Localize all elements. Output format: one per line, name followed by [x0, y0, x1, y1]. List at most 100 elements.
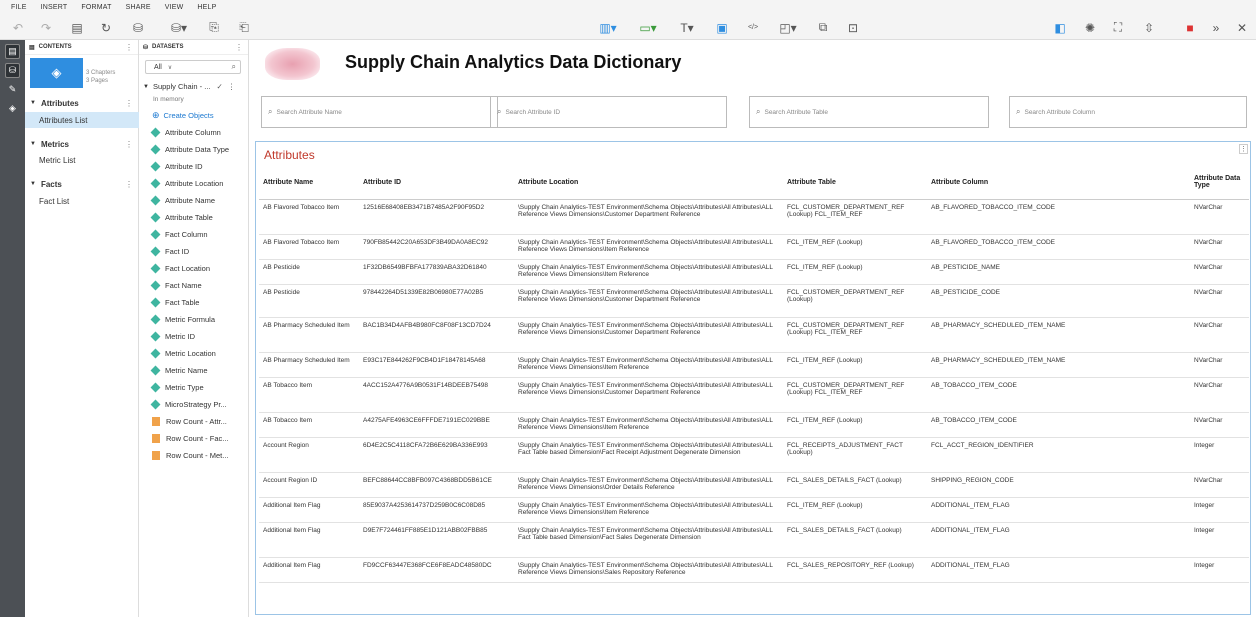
- dataset-attribute-item[interactable]: Fact Name: [150, 277, 202, 294]
- table-cell: 4ACC152A4776A9B0531F14BDEEB75498: [359, 377, 514, 413]
- table-row[interactable]: Additional Item Flag 85E9037A4253614737D2…: [259, 497, 1249, 523]
- dataset-metric-item[interactable]: Row Count - Met...: [152, 447, 229, 464]
- table-row[interactable]: Additional Item Flag FD9CCF63447E368FCE6F…: [259, 557, 1249, 583]
- dataset-attribute-item[interactable]: Fact Location: [150, 260, 210, 277]
- dataset-attribute-item[interactable]: Fact Table: [150, 294, 199, 311]
- page-attributes-list[interactable]: Attributes List: [25, 112, 139, 128]
- add-data-icon[interactable]: ⛁▾: [168, 20, 190, 35]
- menu-format[interactable]: FORMAT: [81, 4, 111, 11]
- chapter-more-icon[interactable]: ⋮: [125, 99, 133, 108]
- table-row[interactable]: Account Region ID BEFC88644CC8BFB097C4368…: [259, 472, 1249, 498]
- dataset-row[interactable]: ▼ Supply Chain - ... ✓ ⋮: [143, 82, 247, 91]
- column-header[interactable]: Attribute Table: [783, 166, 927, 200]
- column-header[interactable]: Attribute Data Type: [1190, 166, 1249, 200]
- search-attribute-column-input[interactable]: ⌕ Search Attribute Column: [1009, 96, 1247, 128]
- table-row[interactable]: AB Flavored Tobacco Item 790FB85442C20A65…: [259, 234, 1249, 260]
- column-header[interactable]: Attribute Name: [259, 166, 359, 200]
- dataset-attribute-item[interactable]: Metric Name: [150, 362, 208, 379]
- dataset-attribute-item[interactable]: Fact Column: [150, 226, 208, 243]
- bulb-icon[interactable]: ✺: [1082, 20, 1098, 35]
- dataset-more-icon[interactable]: ⋮: [228, 82, 236, 91]
- format-panel-icon[interactable]: ✎: [5, 82, 20, 97]
- column-header[interactable]: Attribute Column: [927, 166, 1190, 200]
- table-cell: AB Flavored Tobacco Item: [259, 234, 359, 260]
- dossier-thumbnail[interactable]: ◈: [30, 58, 83, 88]
- menu-view[interactable]: VIEW: [165, 4, 184, 11]
- data-source-icon[interactable]: ⛁: [130, 20, 146, 35]
- table-row[interactable]: AB Tobacco Item A4275AFE4963CE6FFFDE7191E…: [259, 412, 1249, 438]
- chapter-attributes[interactable]: ▼ Attributes ⋮: [25, 95, 139, 111]
- filter-value: All: [154, 63, 162, 71]
- search-icon[interactable]: ⌕: [232, 62, 236, 72]
- create-objects-link[interactable]: ⊕ Create Objects: [152, 107, 214, 124]
- column-header[interactable]: Attribute Location: [514, 166, 783, 200]
- search-attribute-name-input[interactable]: ⌕ Search Attribute Name: [261, 96, 498, 128]
- dataset-attribute-item[interactable]: Attribute Data Type: [150, 141, 229, 158]
- expand-icon[interactable]: ⇳: [1141, 20, 1157, 35]
- contents-panel-icon[interactable]: ▤: [5, 44, 20, 59]
- dataset-attribute-item[interactable]: Attribute Column: [150, 124, 221, 141]
- menu-help[interactable]: HELP: [197, 4, 216, 11]
- dataset-attribute-item[interactable]: Metric ID: [150, 328, 195, 345]
- dataset-metric-item[interactable]: Row Count - Fac...: [152, 430, 229, 447]
- chapter-facts[interactable]: ▼ Facts ⋮: [25, 176, 139, 192]
- table-row[interactable]: AB Pesticide 1F32DB6549BFBFA177839ABA32D6…: [259, 259, 1249, 285]
- image-icon[interactable]: ▣: [714, 20, 730, 35]
- layers-panel-icon[interactable]: ◈: [5, 101, 20, 116]
- collapse-icon[interactable]: »: [1208, 20, 1224, 35]
- undo-icon[interactable]: ↶: [10, 20, 26, 35]
- redo-icon[interactable]: ↷: [38, 20, 54, 35]
- dataset-attribute-item[interactable]: Attribute Location: [150, 175, 223, 192]
- datasets-panel-icon[interactable]: ⛁: [5, 63, 20, 78]
- table-row[interactable]: AB Pesticide 978442264D51339E82B06980E77A…: [259, 284, 1249, 318]
- table-row[interactable]: AB Pharmacy Scheduled Item BAC1B34D4AFB4B…: [259, 317, 1249, 353]
- dataset-attribute-item[interactable]: Metric Type: [150, 379, 204, 396]
- dataset-attribute-item[interactable]: Attribute Table: [150, 209, 213, 226]
- dataset-attribute-item[interactable]: Metric Location: [150, 345, 216, 362]
- chapter-more-icon[interactable]: ⋮: [125, 180, 133, 189]
- present-icon[interactable]: ■: [1182, 20, 1198, 35]
- table-row[interactable]: AB Flavored Tobacco Item 12516E68408EB347…: [259, 199, 1249, 235]
- search-attribute-id-input[interactable]: ⌕ Search Attribute ID: [490, 96, 727, 128]
- datasets-more-icon[interactable]: ⋮: [235, 43, 243, 52]
- contents-more-icon[interactable]: ⋮: [125, 43, 133, 52]
- fit-page-icon[interactable]: ⛶: [1110, 20, 1126, 35]
- dataset-attribute-item[interactable]: Fact ID: [150, 243, 189, 260]
- attribute-icon: [150, 161, 161, 172]
- table-row[interactable]: AB Pharmacy Scheduled Item E93C17E844262F…: [259, 352, 1249, 378]
- table-cell: \Supply Chain Analytics-TEST Environment…: [514, 437, 783, 473]
- info-window-icon[interactable]: ⊡: [845, 20, 861, 35]
- menu-insert[interactable]: INSERT: [41, 4, 68, 11]
- attribute-icon: [150, 331, 161, 342]
- layout-icon[interactable]: ◧: [1052, 20, 1068, 35]
- page-fact-list[interactable]: Fact List: [25, 193, 139, 209]
- table-row[interactable]: Account Region 6D4E2C5C4118CFA72B6E629BA3…: [259, 437, 1249, 473]
- search-attribute-table-input[interactable]: ⌕ Search Attribute Table: [749, 96, 989, 128]
- table-row[interactable]: Additional Item Flag D9E7F724461FF885E1D1…: [259, 522, 1249, 558]
- page-metric-list[interactable]: Metric List: [25, 152, 139, 168]
- chapter-metrics[interactable]: ▼ Metrics ⋮: [25, 136, 139, 152]
- html-icon[interactable]: </>: [744, 20, 762, 35]
- dataset-attribute-item[interactable]: Attribute ID: [150, 158, 203, 175]
- close-icon[interactable]: ✕: [1234, 20, 1250, 35]
- dataset-attribute-item[interactable]: Metric Formula: [150, 311, 215, 328]
- dataset-attribute-item[interactable]: MicroStrategy Pr...: [150, 396, 227, 413]
- menu-file[interactable]: FILE: [11, 4, 27, 11]
- visualization-icon[interactable]: ▥▾: [596, 20, 620, 35]
- grid-more-icon[interactable]: ⋮: [1239, 144, 1248, 154]
- shape-icon[interactable]: ◰▾: [776, 20, 800, 35]
- dataset-metric-item[interactable]: Row Count - Attr...: [152, 413, 227, 430]
- add-page-icon[interactable]: ⎘: [206, 20, 222, 35]
- panel-icon[interactable]: ⧉: [815, 20, 831, 35]
- table-row[interactable]: AB Tobacco Item 4ACC152A4776A9B0531F14BDE…: [259, 377, 1249, 413]
- dataset-filter-select[interactable]: All ∨ ⌕: [145, 60, 241, 74]
- chapter-more-icon[interactable]: ⋮: [125, 140, 133, 149]
- dataset-attribute-item[interactable]: Attribute Name: [150, 192, 215, 209]
- menu-share[interactable]: SHARE: [126, 4, 151, 11]
- column-header[interactable]: Attribute ID: [359, 166, 514, 200]
- add-chapter-icon[interactable]: ⎗: [236, 20, 252, 35]
- filter-icon[interactable]: ▭▾: [636, 20, 660, 35]
- refresh-icon[interactable]: ↻: [98, 20, 114, 35]
- save-icon[interactable]: ▤: [69, 20, 85, 35]
- text-icon[interactable]: T▾: [676, 20, 698, 35]
